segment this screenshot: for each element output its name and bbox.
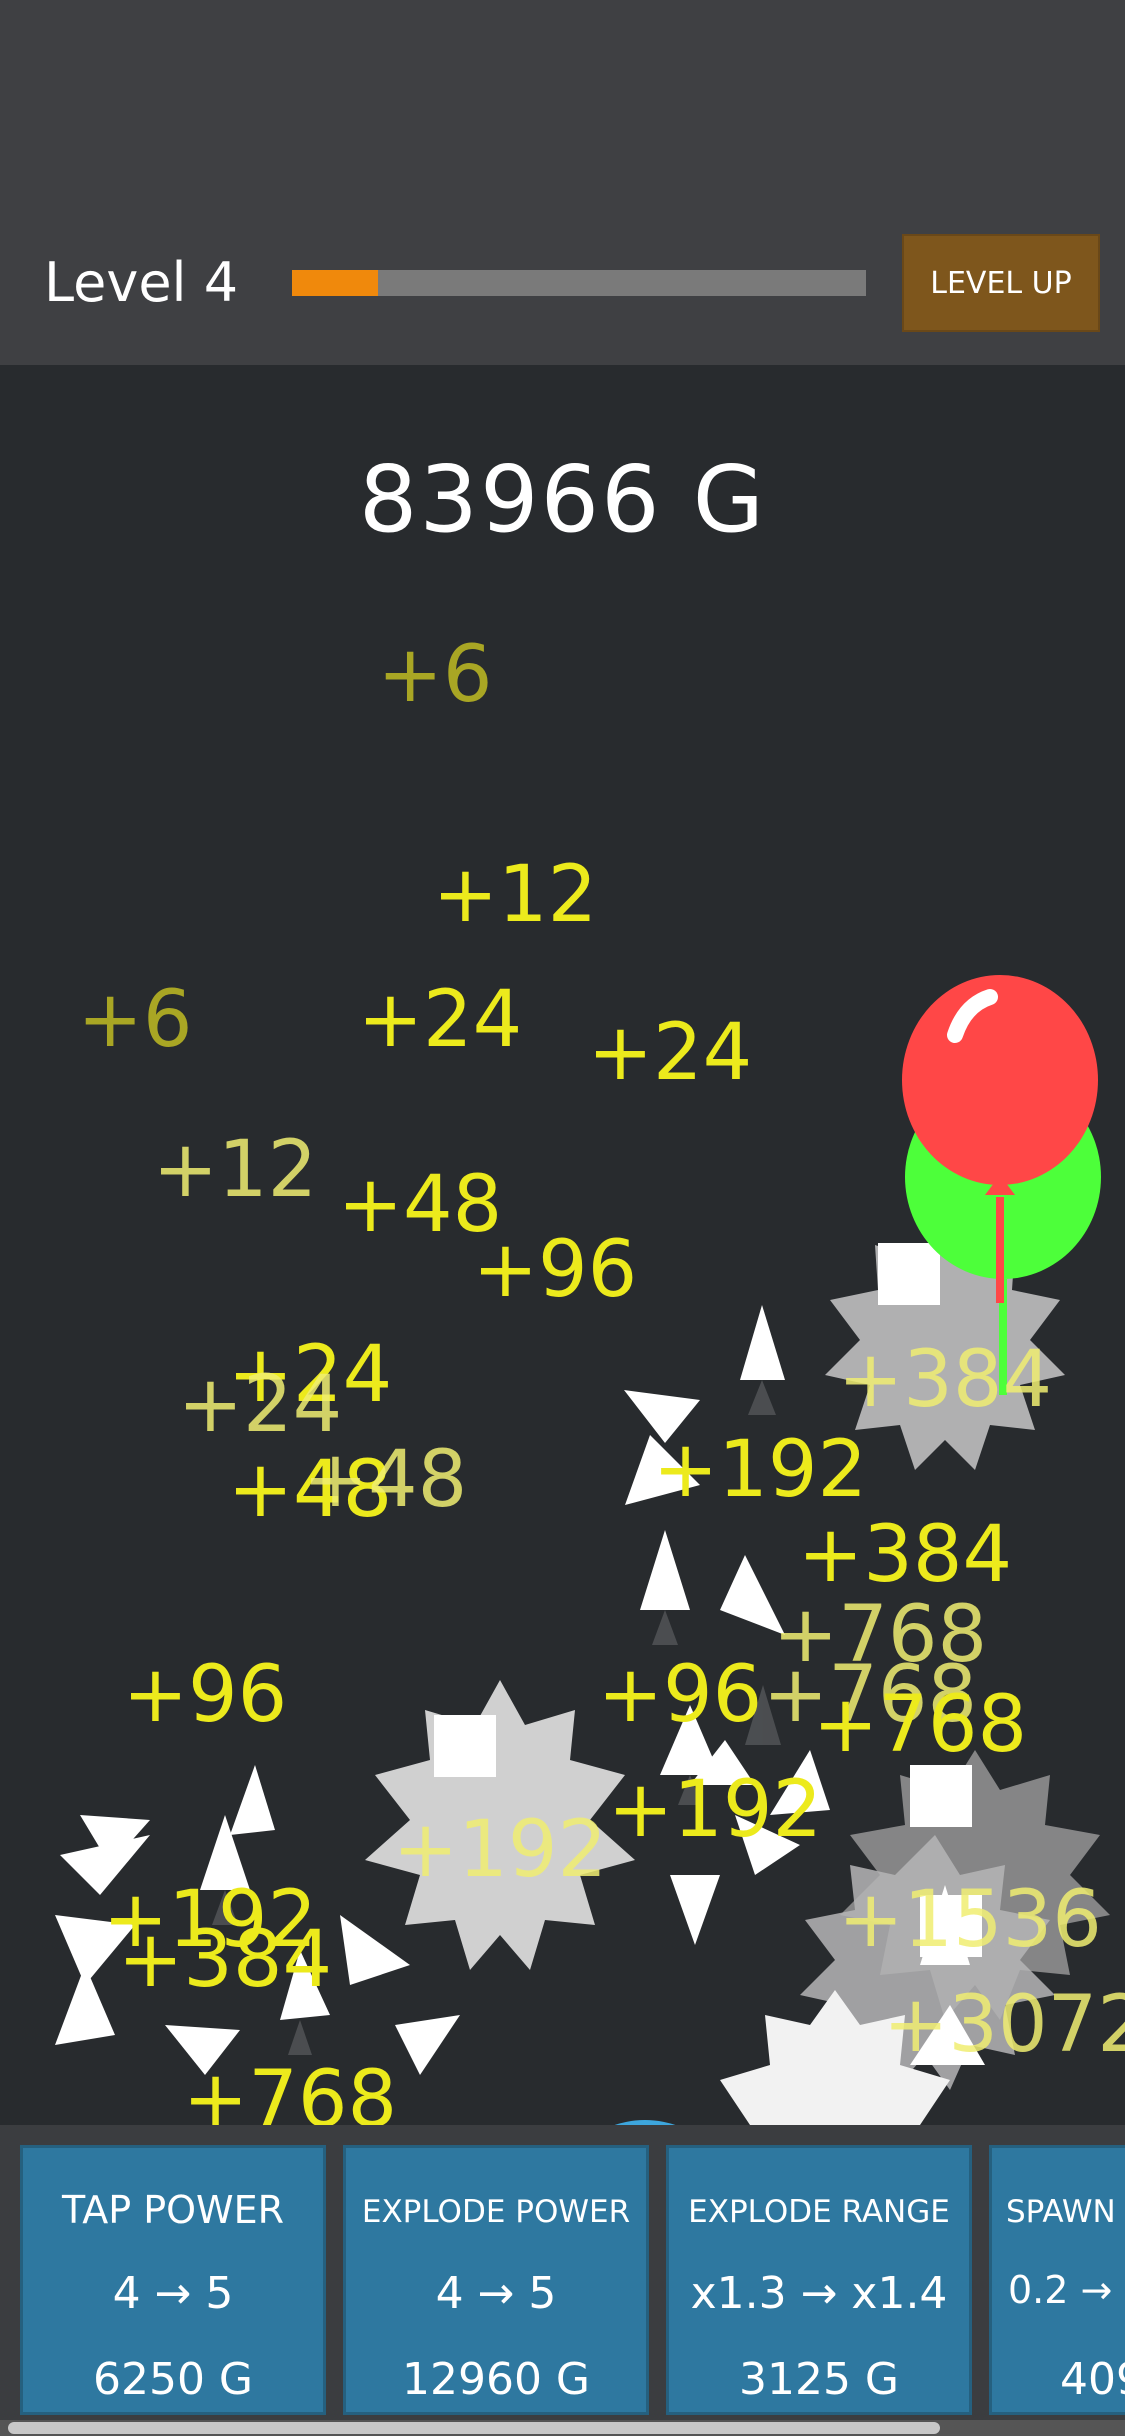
score-popup: +1536 [838, 1875, 1102, 1965]
score-popup: +192 [652, 1425, 868, 1515]
upgrade-cost: 6250 G [92, 2354, 254, 2405]
upgrade-cost: 12960 G [401, 2354, 591, 2405]
upgrade-cost: 409 [1060, 2354, 1125, 2405]
score-popup: +192 [607, 1765, 823, 1855]
level-progress-fill [292, 270, 379, 296]
upgrade-cost: 3125 G [738, 2354, 900, 2405]
score-popup: +24 [587, 1008, 753, 1098]
upgrade-value: 0.2 → [1008, 2268, 1113, 2312]
level-label: Level 4 [44, 251, 239, 314]
score-popup: +12 [432, 850, 598, 940]
score-popup: +6 [77, 975, 193, 1065]
score-popup: +12 [152, 1125, 318, 1215]
score-popup: +6 [377, 630, 493, 720]
upgrade-value: x1.3 → x1.4 [690, 2268, 948, 2319]
upgrade-card-tap-power[interactable]: TAP POWER 4 → 5 6250 G [20, 2145, 326, 2415]
upgrade-title: EXPLODE POWER [361, 2194, 631, 2230]
score-popup: +24 [177, 1360, 343, 1450]
score-popup: +24 [357, 975, 523, 1065]
score-popup: +384 [797, 1510, 1013, 1600]
play-field[interactable]: +6 +12 +6 +24 +24 +12 +48 +96 +24 +24 +48 +48 +384 +1… [0, 365, 1125, 2125]
score-popup: +96 [122, 1650, 288, 1740]
score-popup: +96 [597, 1650, 763, 1740]
upgrade-card-explode-range[interactable]: EXPLODE RANGE x1.3 → x1.4 3125 G [666, 2145, 972, 2415]
level-up-button[interactable]: LEVEL UP [902, 234, 1100, 332]
scrollbar-thumb[interactable] [8, 2422, 940, 2434]
score-popup: +96 [472, 1225, 638, 1315]
upgrade-card-spawn[interactable]: SPAWN 0.2 → 409 [989, 2145, 1125, 2415]
score-popup: +192 [392, 1805, 608, 1895]
level-progress-bar [292, 270, 866, 296]
upgrade-bar[interactable]: TAP POWER 4 → 5 6250 G EXPLODE POWER 4 →… [0, 2125, 1125, 2436]
upgrade-title: SPAWN [1006, 2194, 1116, 2230]
upgrade-value: 4 → 5 [112, 2268, 234, 2319]
upgrade-title: TAP POWER [61, 2188, 285, 2232]
upgrade-value: 4 → 5 [435, 2268, 557, 2319]
upgrade-card-explode-power[interactable]: EXPLODE POWER 4 → 5 12960 G [343, 2145, 649, 2415]
upgrade-scrollbar[interactable] [0, 2420, 1125, 2436]
score-popup: +384 [117, 1915, 333, 2005]
score-popup: +384 [837, 1335, 1053, 1425]
score-popup: +768 [182, 2055, 398, 2125]
score-popup: +48 [302, 1435, 468, 1525]
score-popup: +3072 [883, 1980, 1125, 2070]
score-popup: +768 [812, 1680, 1028, 1770]
upgrade-title: EXPLODE RANGE [688, 2194, 950, 2230]
top-header: Level 4 LEVEL UP [0, 0, 1125, 365]
